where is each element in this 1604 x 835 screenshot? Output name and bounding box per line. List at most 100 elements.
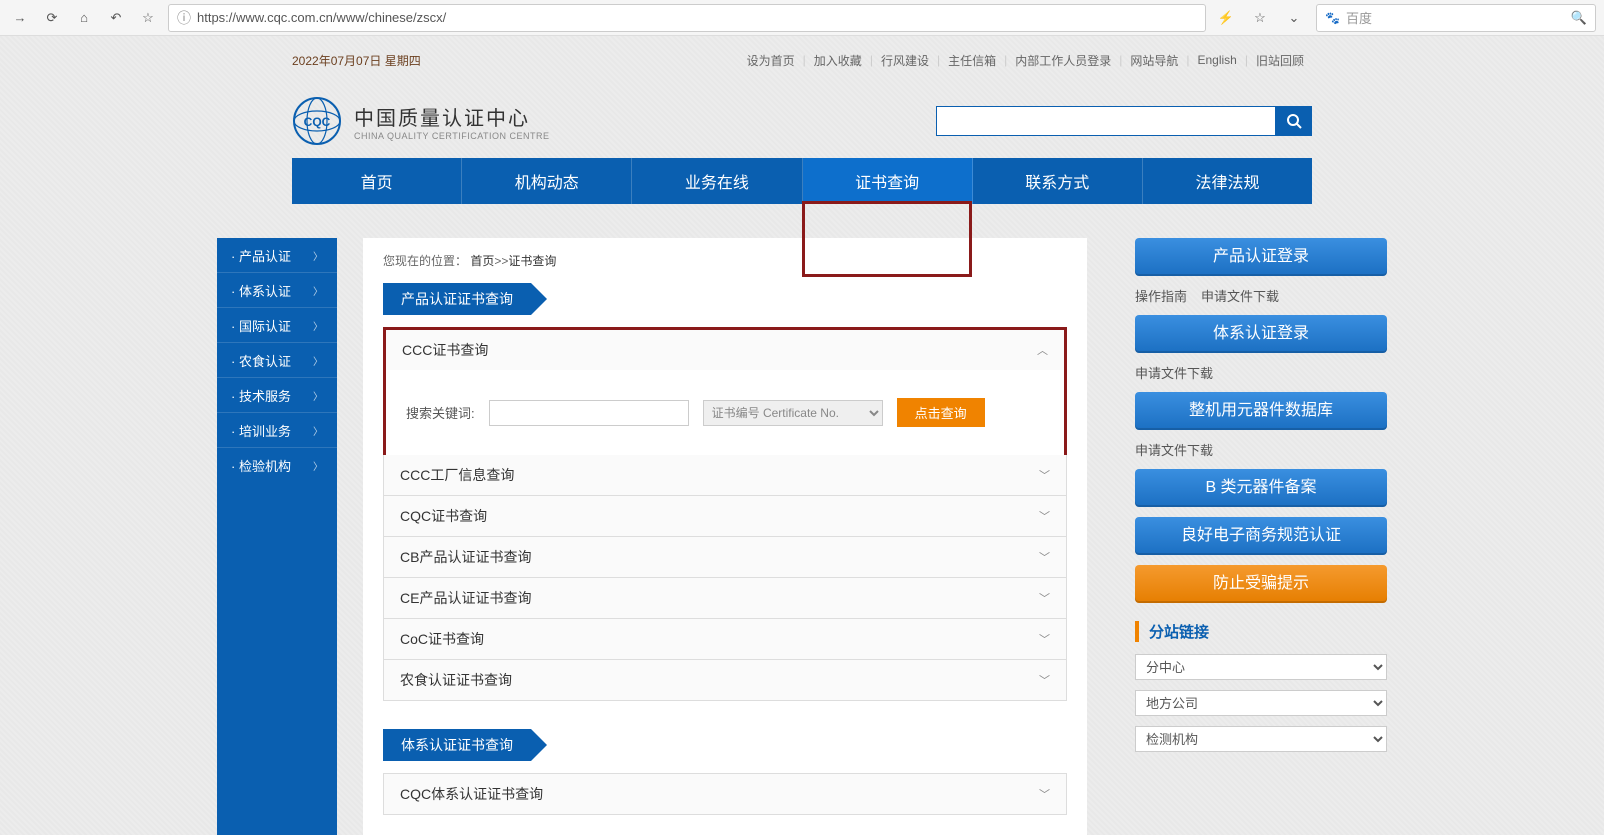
chevron-down-icon: ﹀ [1039,786,1050,802]
top-link[interactable]: 网站导航 [1122,52,1186,69]
breadcrumb-home[interactable]: 首页 [470,254,494,268]
sidebar-item-tech-service[interactable]: · 技术服务〉 [217,378,337,413]
acc-body-ccc: 搜索关键词: 证书编号 Certificate No. 点击查询 [386,370,1064,455]
nav-home[interactable]: 首页 [292,158,462,204]
site-search-input[interactable] [936,106,1276,136]
chevron-down-icon: ﹀ [1039,467,1050,483]
search-icon [1286,113,1302,129]
url-text: https://www.cqc.com.cn/www/chinese/zscx/ [197,10,1197,25]
nav-contact[interactable]: 联系方式 [973,158,1143,204]
home-icon[interactable]: ⌂ [72,6,96,30]
date-display: 2022年07月07日 星期四 [292,52,421,69]
top-link[interactable]: 设为首页 [739,52,803,69]
browser-search-box[interactable]: 🐾 百度 🔍 [1316,4,1596,32]
sidebar-item-inspection[interactable]: · 检验机构〉 [217,448,337,483]
top-link[interactable]: 主任信箱 [940,52,1004,69]
acc-header-ccc[interactable]: CCC证书查询 ︿ [386,330,1064,370]
acc-header-cb[interactable]: CB产品认证证书查询﹀ [384,537,1066,577]
sidebar-item-product-cert[interactable]: · 产品认证〉 [217,238,337,273]
site-header: CQC 中国质量认证中心 CHINA QUALITY CERTIFICATION… [292,76,1312,158]
acc-header-cqc[interactable]: CQC证书查询﹀ [384,496,1066,536]
chevron-right-icon: 〉 [313,353,323,368]
link-guide[interactable]: 操作指南 [1135,289,1187,304]
info-icon: ⓘ [177,8,191,28]
link-download[interactable]: 申请文件下载 [1135,366,1213,381]
paw-icon: 🐾 [1325,11,1340,25]
btn-component-db[interactable]: 整机用元器件数据库 [1135,392,1387,430]
forward-icon[interactable]: → [8,6,32,30]
link-download[interactable]: 申请文件下载 [1201,289,1279,304]
sidebar-item-intl-cert[interactable]: · 国际认证〉 [217,308,337,343]
select-local-company[interactable]: 地方公司 [1135,690,1387,716]
btn-b-component[interactable]: B 类元器件备案 [1135,469,1387,507]
svg-text:CQC: CQC [304,115,331,129]
select-branch-center[interactable]: 分中心 [1135,654,1387,680]
chevron-right-icon: 〉 [313,388,323,403]
search-keyword-label: 搜索关键词: [406,403,475,422]
sidebar-item-food-cert[interactable]: · 农食认证〉 [217,343,337,378]
left-sidebar: · 产品认证〉 · 体系认证〉 · 国际认证〉 · 农食认证〉 · 技术服务〉 … [217,238,337,835]
undo-icon[interactable]: ↶ [104,6,128,30]
site-search [936,106,1312,136]
right-section-title: 分站链接 [1135,621,1387,642]
star-icon[interactable]: ☆ [1248,6,1272,30]
sidebar-item-training[interactable]: · 培训业务〉 [217,413,337,448]
breadcrumb-current: 证书查询 [508,254,556,268]
sidebar-item-system-cert[interactable]: · 体系认证〉 [217,273,337,308]
cert-field-select[interactable]: 证书编号 Certificate No. [703,400,883,426]
browser-search-placeholder: 百度 [1346,8,1565,27]
site-search-button[interactable] [1276,106,1312,136]
right-text-row: 申请文件下载 [1135,363,1387,382]
chevron-down-icon[interactable]: ⌄ [1282,6,1306,30]
btn-ecommerce-cert[interactable]: 良好电子商务规范认证 [1135,517,1387,555]
cert-search-button[interactable]: 点击查询 [897,398,985,427]
top-link[interactable]: 行风建设 [873,52,937,69]
acc-header-ce[interactable]: CE产品认证证书查询﹀ [384,578,1066,618]
chevron-down-icon: ﹀ [1039,549,1050,565]
select-testing-org[interactable]: 检测机构 [1135,726,1387,752]
main-content: 您现在的位置： 首页>>证书查询 产品认证证书查询 CCC证书查询 ︿ 搜索关键… [363,238,1087,835]
btn-system-login[interactable]: 体系认证登录 [1135,315,1387,353]
chevron-right-icon: 〉 [313,248,323,263]
nav-laws[interactable]: 法律法规 [1143,158,1312,204]
btn-fraud-warning[interactable]: 防止受骗提示 [1135,565,1387,603]
nav-news[interactable]: 机构动态 [462,158,632,204]
top-link[interactable]: 加入收藏 [806,52,870,69]
top-utility-bar: 2022年07月07日 星期四 设为首页| 加入收藏| 行风建设| 主任信箱| … [292,44,1312,76]
acc-header-ccc-factory[interactable]: CCC工厂信息查询﹀ [384,455,1066,495]
acc-header-coc[interactable]: CoC证书查询﹀ [384,619,1066,659]
acc-header-food[interactable]: 农食认证证书查询﹀ [384,660,1066,700]
top-links: 设为首页| 加入收藏| 行风建设| 主任信箱| 内部工作人员登录| 网站导航| … [739,52,1312,69]
lightning-icon[interactable]: ⚡ [1214,6,1238,30]
cert-keyword-input[interactable] [489,400,689,426]
right-sidebar: 产品认证登录 操作指南申请文件下载 体系认证登录 申请文件下载 整机用元器件数据… [1135,238,1387,835]
top-link[interactable]: 旧站回顾 [1248,52,1312,69]
chevron-down-icon: ﹀ [1039,631,1050,647]
chevron-down-icon: ﹀ [1039,672,1050,688]
logo-area[interactable]: CQC 中国质量认证中心 CHINA QUALITY CERTIFICATION… [292,96,550,146]
search-icon[interactable]: 🔍 [1571,10,1587,26]
chevron-right-icon: 〉 [313,283,323,298]
section-label-product: 产品认证证书查询 [383,283,1067,315]
chevron-up-icon: ︿ [1037,342,1048,358]
chevron-right-icon: 〉 [313,318,323,333]
top-link[interactable]: English [1190,53,1245,67]
star-outline-icon[interactable]: ☆ [136,6,160,30]
link-download[interactable]: 申请文件下载 [1135,443,1213,458]
address-bar[interactable]: ⓘ https://www.cqc.com.cn/www/chinese/zsc… [168,4,1206,32]
chevron-right-icon: 〉 [313,423,323,438]
top-link[interactable]: 内部工作人员登录 [1007,52,1119,69]
section-label-system: 体系认证证书查询 [383,729,1067,761]
btn-product-login[interactable]: 产品认证登录 [1135,238,1387,276]
right-text-row: 申请文件下载 [1135,440,1387,459]
logo-title: 中国质量认证中心 [354,102,550,131]
cqc-logo-icon: CQC [292,96,342,146]
highlighted-panel: CCC证书查询 ︿ 搜索关键词: 证书编号 Certificate No. 点击… [383,327,1067,458]
chevron-down-icon: ﹀ [1039,590,1050,606]
nav-business[interactable]: 业务在线 [632,158,802,204]
right-text-row: 操作指南申请文件下载 [1135,286,1387,305]
acc-header-cqc-system[interactable]: CQC体系认证证书查询﹀ [384,774,1066,814]
logo-subtitle: CHINA QUALITY CERTIFICATION CENTRE [354,131,550,141]
nav-cert-query[interactable]: 证书查询 [803,158,973,204]
reload-icon[interactable]: ⟳ [40,6,64,30]
